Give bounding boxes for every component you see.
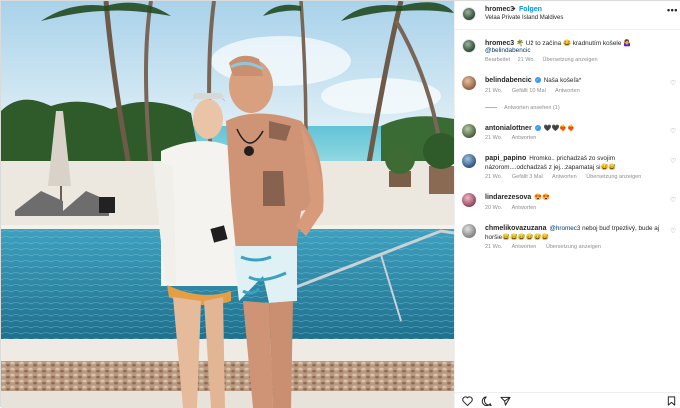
comment-like-heart-icon[interactable]: ♡ — [670, 127, 676, 135]
caption-age: 21 Wo. — [517, 57, 535, 63]
comment-text: 😍😍 — [534, 194, 550, 201]
comment-reply-button[interactable]: Antworten — [512, 244, 537, 250]
comment-like-heart-icon[interactable]: ♡ — [670, 196, 676, 204]
comment-like-heart-icon[interactable]: ♡ — [670, 79, 676, 87]
post-action-bar — [455, 392, 680, 408]
follow-button[interactable]: Folgen — [519, 6, 542, 13]
verified-badge-icon: ✓ — [534, 125, 541, 131]
comment-meta: 20 Wo. Antworten — [485, 205, 544, 211]
replies-divider — [485, 107, 497, 109]
comment-age: 20 Wo. — [485, 205, 503, 211]
comment-reply-button[interactable]: Antworten — [512, 205, 537, 211]
caption-edited-label: Bearbeitet — [485, 57, 511, 63]
comment-likes[interactable]: Gefällt 3 Mal — [512, 174, 543, 180]
beach-scene-image — [1, 1, 454, 408]
caption-avatar[interactable] — [462, 39, 476, 53]
comment-username[interactable]: antonialottner — [485, 125, 532, 132]
comment-like-heart-icon[interactable]: ♡ — [670, 157, 676, 165]
comment-text-line: papi_papino Hromko.. prichadzaš zo svojim… — [485, 154, 670, 172]
more-options-icon[interactable]: ••• — [667, 5, 678, 15]
caption-mention[interactable]: @belindabencic — [485, 46, 531, 55]
comment-reply-button[interactable]: Antworten — [512, 135, 537, 141]
comment-text-line: lindarezesova 😍😍 — [485, 193, 670, 202]
heart-icon[interactable] — [462, 396, 473, 408]
caption-meta: Bearbeitet 21 Wo. Übersetzung anzeigen — [485, 57, 604, 63]
comment-avatar[interactable] — [462, 76, 476, 90]
post-location[interactable]: Velaa Private Island Maldives — [485, 15, 563, 21]
comment-translate-link[interactable]: Übersetzung anzeigen — [546, 244, 601, 250]
comment-text: Naša košeľa* — [543, 77, 582, 84]
author-avatar[interactable] — [462, 7, 476, 21]
comment-username[interactable]: lindarezesova — [485, 194, 531, 201]
comment-age: 21 Wo. — [485, 135, 503, 141]
post-header: hromec3 • Folgen Velaa Private Island Ma… — [455, 1, 680, 30]
view-replies-button[interactable]: Antworten ansehen (1) — [485, 105, 560, 111]
share-icon[interactable] — [500, 396, 511, 408]
caption-text: 🌴 Už to začína 😂 kradnutím košele 🤷‍♀️ — [515, 40, 632, 47]
comment-avatar[interactable] — [462, 124, 476, 138]
comment-text: 🖤🖤❤️‍🔥❤️‍🔥 — [543, 125, 576, 132]
comment-username[interactable]: papi_papino — [485, 155, 526, 162]
comment-likes[interactable]: Gefällt 10 Mal — [512, 88, 546, 94]
header-separator: • — [513, 6, 516, 13]
comment-reply-button[interactable]: Antworten — [555, 88, 580, 94]
comment-reply-button[interactable]: Antworten — [552, 174, 577, 180]
comment-text-line: chmelikovazuzana @hromec3 neboj buď trpez… — [485, 224, 670, 242]
comment-username[interactable]: belindabencic — [485, 77, 532, 84]
view-replies-label: Antworten ansehen (1) — [504, 105, 560, 111]
post-side-panel: hromec3 • Folgen Velaa Private Island Ma… — [454, 1, 680, 408]
comment-age: 21 Wo. — [485, 174, 503, 180]
comment-username[interactable]: chmelikovazuzana — [485, 225, 546, 232]
comment-meta: 21 Wo. Gefällt 3 Mal Antworten Übersetzu… — [485, 174, 649, 180]
comment-meta: 21 Wo. Gefällt 10 Mal Antworten — [485, 88, 588, 94]
post-window: hromec3 • Folgen Velaa Private Island Ma… — [0, 0, 680, 408]
bookmark-icon[interactable] — [667, 396, 676, 408]
author-username[interactable]: hromec3 — [485, 6, 514, 13]
comment-mention[interactable]: @hromec3 — [549, 225, 580, 232]
comment-avatar[interactable] — [462, 193, 476, 207]
comment-icon[interactable] — [481, 396, 493, 408]
post-photo[interactable] — [1, 1, 454, 408]
comment-avatar[interactable] — [462, 224, 476, 238]
comment-translate-link[interactable]: Übersetzung anzeigen — [586, 174, 641, 180]
comment-text-line: belindabencic ✓ Naša košeľa* — [485, 76, 670, 85]
caption-translate-link[interactable]: Übersetzung anzeigen — [542, 57, 597, 63]
verified-badge-icon: ✓ — [534, 77, 541, 83]
comment-like-heart-icon[interactable]: ♡ — [670, 227, 676, 235]
comment-meta: 21 Wo. Antworten — [485, 135, 544, 141]
comment-text-line: antonialottner ✓ 🖤🖤❤️‍🔥❤️‍🔥 — [485, 124, 670, 133]
comment-meta: 21 Wo. Antworten Übersetzung anzeigen — [485, 244, 609, 250]
comment-age: 21 Wo. — [485, 88, 503, 94]
comment-age: 21 Wo. — [485, 244, 503, 250]
comment-avatar[interactable] — [462, 154, 476, 168]
